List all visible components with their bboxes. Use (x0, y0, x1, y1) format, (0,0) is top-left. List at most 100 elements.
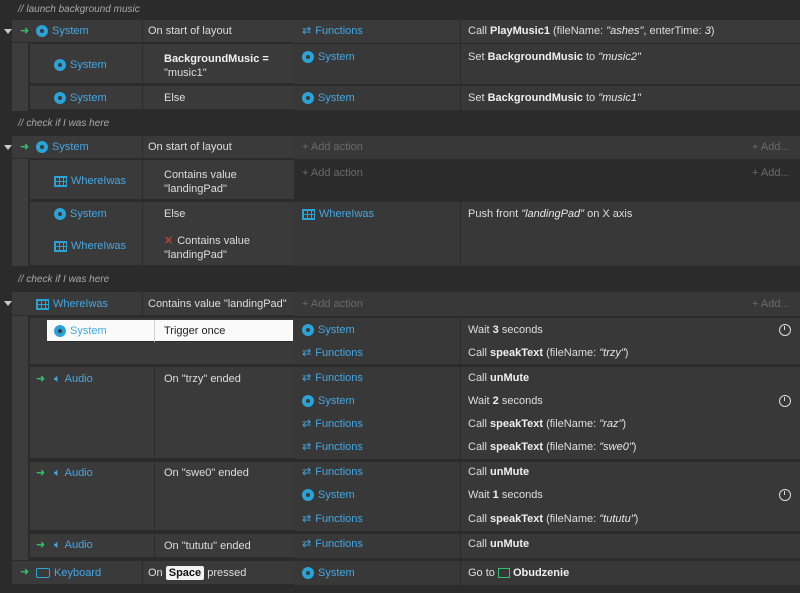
swap-arrows-icon: ⇄ (302, 538, 312, 551)
go-to-layout-action-text[interactable]: Go to Obudzenie (468, 562, 569, 584)
on-swe0-ended-text[interactable]: On "swe0" ended (164, 462, 249, 484)
speak-raz-action-text[interactable]: Call speakText (fileName: "raz") (468, 413, 626, 435)
event4-system-action[interactable]: System (302, 562, 355, 584)
event3-sub2-functions-action-2[interactable]: ⇄ Functions (302, 413, 363, 435)
collapse-event3-icon[interactable] (4, 301, 12, 306)
event2-else-system-object[interactable]: System (54, 203, 107, 225)
add-more-button[interactable]: + Add... (752, 162, 790, 184)
gear-icon (302, 567, 314, 580)
event3-condition-text[interactable]: Contains value "landingPad" (148, 293, 287, 315)
subevent2-system-action-object[interactable]: System (302, 87, 355, 109)
trigger-arrow-icon: ➜ (36, 373, 46, 385)
unmute-action-text-2[interactable]: Call unMute (468, 461, 529, 483)
event3-sub3-audio-object[interactable]: 🔈︎ Audio (54, 462, 93, 484)
gear-icon (302, 51, 314, 64)
gear-icon (302, 92, 314, 105)
on-tututu-ended-text[interactable]: On "tututu" ended (164, 535, 251, 557)
wait-2-action-text[interactable]: Wait 2 seconds (468, 390, 543, 412)
event3-sub3-functions-action[interactable]: ⇄ Functions (302, 461, 363, 483)
subevent1-system-object[interactable]: System (54, 54, 107, 76)
event3-sub4-action-block[interactable] (294, 534, 800, 558)
invert-x-icon: ✕ (164, 235, 174, 247)
speaker-icon: 🔈︎ (54, 539, 61, 552)
event2-system-object[interactable]: System (36, 136, 89, 158)
event3-sub4-functions-action[interactable]: ⇄ Functions (302, 533, 363, 555)
event2-condition-text[interactable]: On start of layout (148, 136, 232, 158)
event2-else-action-text[interactable]: Push front "landingPad" on X axis (468, 203, 632, 225)
subevent2-system-object[interactable]: System (54, 87, 107, 109)
add-action-button[interactable]: + Add action (302, 293, 363, 315)
event1-system-object[interactable]: System (36, 20, 89, 42)
on-space-pressed-text[interactable]: On Space pressed (148, 562, 246, 584)
comment-check-here-2[interactable]: // check if I was here (0, 270, 800, 290)
event2-sub-condition-text[interactable]: Contains value "landingPad" (164, 168, 237, 196)
swap-arrows-icon: ⇄ (302, 441, 312, 454)
add-more-button[interactable]: + Add... (752, 136, 790, 158)
swap-arrows-icon: ⇄ (302, 513, 312, 526)
trigger-arrow-icon: ➜ (36, 539, 46, 551)
event1-condition-text[interactable]: On start of layout (148, 20, 232, 42)
swap-arrows-icon: ⇄ (302, 418, 312, 431)
wait-3-action-text[interactable]: Wait 3 seconds (468, 319, 543, 341)
event3-sub2-functions-action-3[interactable]: ⇄ Functions (302, 436, 363, 458)
trigger-arrow-icon: ➜ (36, 467, 46, 479)
array-grid-icon (54, 240, 67, 252)
speak-tututu-action-text[interactable]: Call speakText (fileName: "tututu") (468, 508, 638, 530)
wait-1-action-text[interactable]: Wait 1 seconds (468, 484, 543, 506)
gear-icon (54, 208, 66, 221)
event2-else-whereiwas-object[interactable]: WhereIwas (54, 235, 126, 257)
timer-icon (779, 395, 791, 407)
event3-sub1-functions-action[interactable]: ⇄ Functions (302, 342, 363, 364)
subevent2-action-text[interactable]: Set BackgroundMusic to "music1" (468, 87, 641, 109)
add-more-button[interactable]: + Add... (752, 293, 790, 315)
layout-icon (497, 568, 510, 579)
gear-icon (36, 141, 48, 154)
event2-inverted-condition-text[interactable]: ✕ Contains value "landingPad" (164, 234, 250, 262)
event3-sub2-system-action[interactable]: System (302, 390, 355, 412)
comment-check-here-1[interactable]: // check if I was here (0, 114, 800, 134)
event3-sub3-functions-action-2[interactable]: ⇄ Functions (302, 508, 363, 530)
event2-action-block[interactable] (294, 136, 800, 159)
event2-else-whereiwas-action-object[interactable]: WhereIwas (302, 203, 374, 225)
unmute-action-text-3[interactable]: Call unMute (468, 533, 529, 555)
event3-sub1-system-object[interactable]: System (54, 320, 107, 342)
collapse-event1-icon[interactable] (4, 29, 12, 34)
gear-icon (36, 25, 48, 38)
unmute-action-text[interactable]: Call unMute (468, 367, 529, 389)
comment-launch-music[interactable]: // launch background music (0, 0, 800, 20)
add-action-button[interactable]: + Add action (302, 136, 363, 158)
event3-sub4-audio-object[interactable]: 🔈︎ Audio (54, 534, 93, 556)
subevent1-action-text[interactable]: Set BackgroundMusic to "music2" (468, 46, 641, 68)
speak-trzy-action-text[interactable]: Call speakText (fileName: "trzy") (468, 342, 628, 364)
subevent-indent-lane (12, 159, 28, 266)
gear-icon (302, 489, 314, 502)
event1-functions-object[interactable]: ⇄ Functions (302, 20, 363, 42)
event3-action-block[interactable] (294, 292, 800, 316)
trigger-arrow-icon: ➜ (20, 141, 30, 153)
speak-swe0-action-text[interactable]: Call speakText (fileName: "swe0") (468, 436, 636, 458)
swap-arrows-icon: ⇄ (302, 372, 312, 385)
event2-whereiwas-object[interactable]: WhereIwas (54, 170, 126, 192)
event3-sub3-system-action[interactable]: System (302, 484, 355, 506)
speaker-icon: 🔈︎ (54, 467, 61, 480)
event3-whereiwas-object[interactable]: WhereIwas (36, 293, 108, 315)
subevent2-else-text[interactable]: Else (164, 87, 185, 109)
on-trzy-ended-text[interactable]: On "trzy" ended (164, 368, 241, 390)
trigger-arrow-icon: ➜ (20, 566, 30, 578)
event3-sub1-system-action[interactable]: System (302, 319, 355, 341)
subevent1-system-action-object[interactable]: System (302, 46, 355, 68)
timer-icon (779, 324, 791, 336)
gear-icon (302, 324, 314, 337)
event3-sub2-audio-object[interactable]: 🔈︎ Audio (54, 368, 93, 390)
subevent1-condition-text[interactable]: BackgroundMusic = "music1" (164, 52, 269, 80)
event2-else-text[interactable]: Else (164, 203, 185, 225)
swap-arrows-icon: ⇄ (302, 347, 312, 360)
event-sheet: // launch background music ➜ System On s… (0, 0, 800, 593)
add-action-button[interactable]: + Add action (302, 162, 363, 184)
gear-icon (54, 92, 66, 105)
event3-sub2-functions-action[interactable]: ⇄ Functions (302, 367, 363, 389)
event1-action-text[interactable]: Call PlayMusic1 (fileName: "ashes", ente… (468, 20, 715, 42)
collapse-event2-icon[interactable] (4, 145, 12, 150)
event4-keyboard-object[interactable]: Keyboard (36, 562, 101, 584)
trigger-once-text[interactable]: Trigger once (164, 320, 225, 342)
